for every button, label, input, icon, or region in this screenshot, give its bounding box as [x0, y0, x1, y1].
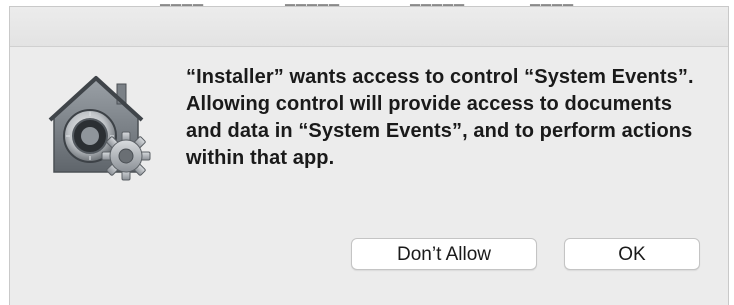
dialog-message: “Installer” wants access to control “Sys…: [186, 66, 694, 169]
gatekeeper-lock-gear-icon: [46, 72, 158, 184]
dialog-titlebar[interactable]: [10, 7, 728, 47]
backdrop: ▁▁▁▁ ▁▁▁▁▁ ▁▁▁▁▁ ▁▁▁▁: [0, 0, 734, 305]
dont-allow-button[interactable]: Don’t Allow: [351, 238, 537, 270]
ok-button[interactable]: OK: [564, 238, 700, 270]
